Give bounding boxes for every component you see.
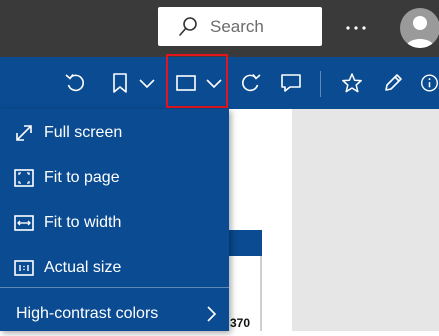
fit-to-page-icon (13, 167, 35, 189)
menu-item-fit-to-width[interactable]: Fit to width (0, 201, 229, 245)
document-margin (292, 109, 439, 331)
full-screen-icon (13, 122, 35, 144)
document-table-header (229, 230, 262, 256)
refresh-icon (242, 74, 261, 92)
refresh-button[interactable] (238, 68, 264, 98)
more-horizontal-icon (345, 18, 367, 36)
menu-item-label: Fit to page (44, 169, 120, 186)
bookmark-button[interactable] (108, 68, 132, 98)
info-button[interactable] (420, 68, 439, 98)
search-box[interactable]: Search (158, 7, 322, 46)
page-view-menu: Full screen Fit to page Fit to width Act… (0, 109, 229, 331)
fit-to-width-icon (13, 212, 35, 234)
search-placeholder: Search (210, 16, 264, 36)
actual-size-icon (13, 257, 35, 279)
menu-item-label: Full screen (44, 124, 123, 141)
bookmark-icon (113, 73, 127, 93)
user-avatar-icon (406, 16, 434, 48)
comment-button[interactable] (278, 68, 304, 98)
menu-item-full-screen[interactable]: Full screen (0, 111, 229, 155)
pencil-icon (385, 74, 402, 91)
document-page-edge (260, 256, 262, 331)
draw-button[interactable] (380, 68, 406, 98)
menu-item-high-contrast-colors[interactable]: High-contrast colors (0, 292, 229, 336)
favorite-button[interactable] (339, 68, 365, 98)
star-icon (342, 73, 362, 93)
title-bar: Search (0, 0, 439, 57)
toolbar-separator (320, 71, 321, 97)
menu-item-label: High-contrast colors (16, 305, 159, 322)
menu-item-label: Fit to width (44, 214, 122, 231)
comment-icon (281, 74, 301, 92)
bookmark-dropdown-button[interactable] (136, 68, 158, 98)
menu-separator (0, 287, 229, 288)
document-value: 370 (230, 316, 251, 330)
menu-item-fit-to-page[interactable]: Fit to page (0, 156, 229, 200)
chevron-down-icon (139, 79, 155, 89)
menu-item-actual-size[interactable]: Actual size (0, 246, 229, 290)
rotate-left-button[interactable] (62, 68, 88, 98)
page-view-highlight (166, 54, 228, 108)
search-icon (176, 15, 200, 39)
user-avatar[interactable] (400, 8, 439, 48)
more-options-button[interactable] (343, 12, 369, 42)
rotate-left-icon (65, 74, 84, 92)
chevron-right-icon (203, 305, 219, 323)
menu-item-label: Actual size (44, 259, 122, 276)
info-icon (421, 74, 438, 92)
